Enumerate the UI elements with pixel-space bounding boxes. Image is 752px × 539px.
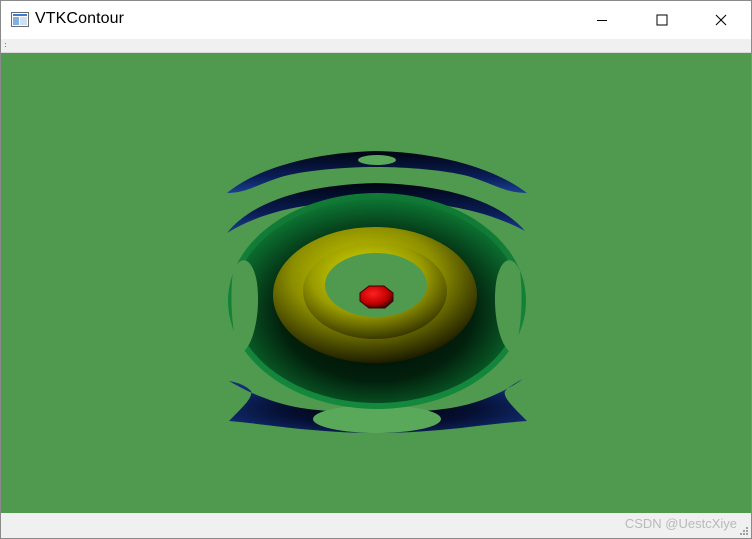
close-button[interactable] xyxy=(698,1,744,39)
toolbar-grip-icon[interactable] xyxy=(5,42,7,49)
resize-grip-icon[interactable] xyxy=(739,526,749,536)
window-title: VTKContour xyxy=(35,10,125,27)
contour-scene xyxy=(227,151,527,433)
minimize-button[interactable] xyxy=(579,1,625,39)
watermark-text: CSDN @UestcXiye xyxy=(624,516,737,531)
status-bar: CSDN @UestcXiye xyxy=(1,513,751,538)
toolbar-strip xyxy=(1,39,751,53)
outer-shell-hole-bottom xyxy=(313,405,441,433)
close-icon xyxy=(715,14,727,26)
minimize-icon xyxy=(597,20,607,21)
vtk-window-icon xyxy=(11,12,29,27)
render-viewport[interactable] xyxy=(1,53,751,513)
app-window: VTKContour CSDN @UestcXiye xyxy=(0,0,752,539)
maximize-icon xyxy=(656,14,668,26)
title-bar[interactable]: VTKContour xyxy=(1,1,751,39)
maximize-button[interactable] xyxy=(639,1,685,39)
red-core xyxy=(359,285,394,309)
outer-shell-hole-top xyxy=(358,155,396,165)
